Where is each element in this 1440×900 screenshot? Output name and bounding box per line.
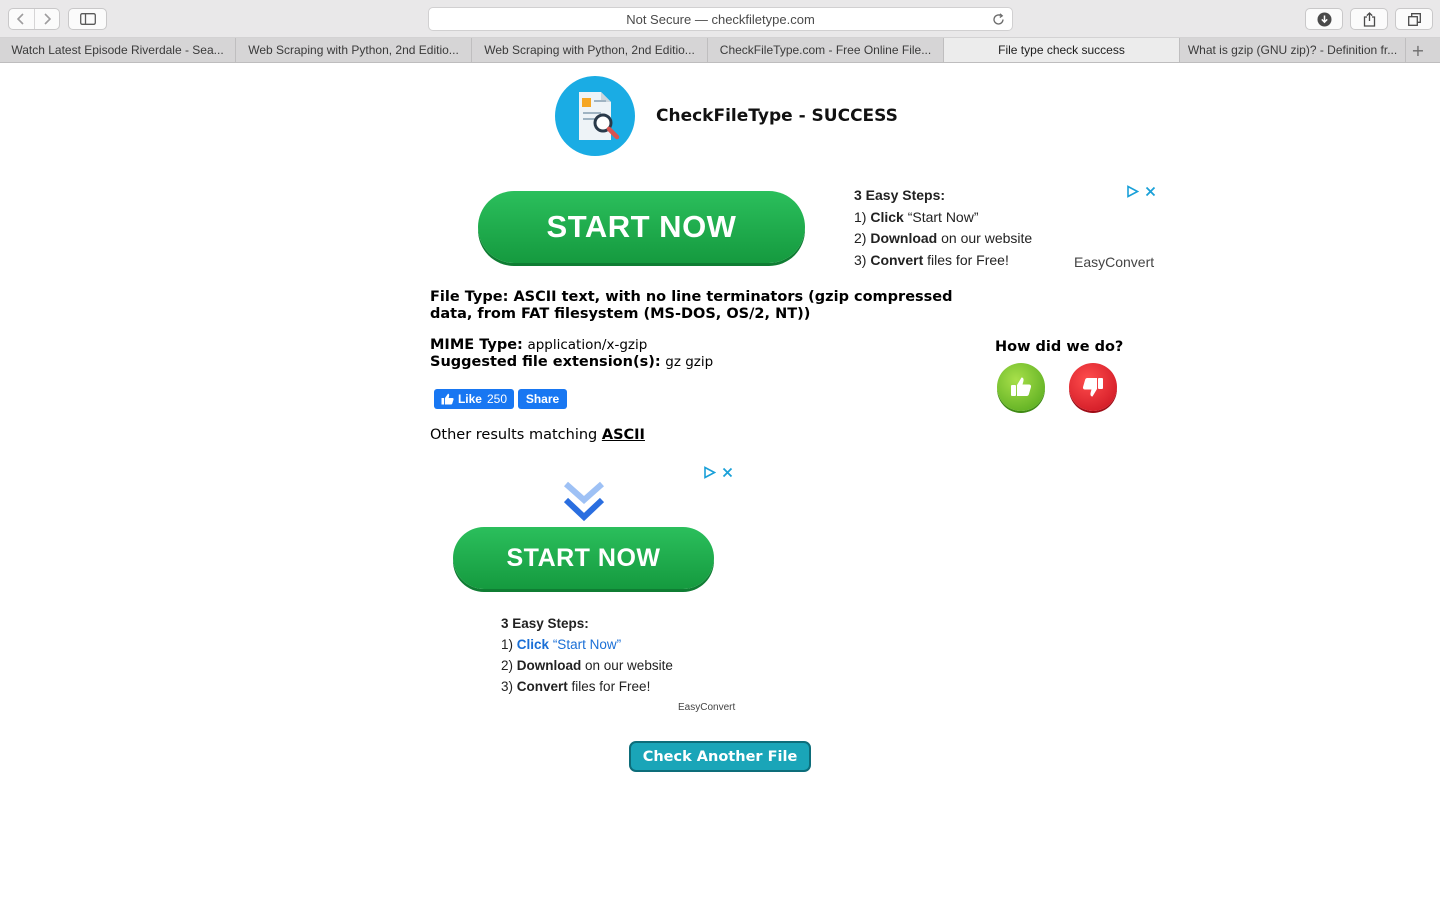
tab-web-scraping-2[interactable]: Web Scraping with Python, 2nd Editio... [472,38,708,62]
step-text: on our website [937,230,1033,246]
ad-start-now-button-bottom[interactable]: START NOW [453,527,714,589]
thumbs-up-icon [441,393,454,405]
file-type-line-2: data, from FAT filesystem (MS-DOS, OS/2,… [430,306,811,322]
ad-brand-bottom: EasyConvert [678,702,736,713]
mime-value: application/x-gzip [527,337,648,353]
sidebar-toggle-button[interactable] [68,8,107,30]
download-icon [1317,12,1331,26]
tab-overview-button[interactable] [1395,8,1433,30]
like-label: Like [457,392,482,406]
step-number: 3) [501,679,514,694]
extension-value: gz gzip [665,354,714,370]
ad-choices-bottom [703,466,733,479]
tab-label: Web Scraping with Python, 2nd Editio... [248,43,459,57]
file-type-line-1: File Type: ASCII text, with no line term… [430,289,953,306]
file-type-value: ASCII text, with no line terminators (gz… [513,289,953,305]
nav-buttons [8,8,60,30]
thumbs-up-vote-button[interactable] [997,363,1045,411]
step-action: Convert [516,679,568,694]
tab-label: Web Scraping with Python, 2nd Editio... [484,43,695,57]
tab-file-type-check-success[interactable]: File type check success [944,38,1180,62]
thumbs-down-vote-button[interactable] [1069,363,1117,411]
close-ad-icon[interactable] [722,467,733,478]
step-number: 2) [854,230,867,246]
forward-icon[interactable] [33,9,59,29]
thumbs-up-icon [1011,377,1032,396]
step-text: files for Free! [567,679,651,694]
like-count: 250 [486,392,508,406]
share-icon [1363,11,1375,27]
step-text: files for Free! [923,251,1009,268]
other-results: Other results matching ASCII [430,427,645,443]
sidebar-icon [79,13,96,25]
step-number: 2) [501,658,514,673]
ad-steps-bottom: 3 Easy Steps: 1) Click “Start Now” 2) Do… [501,613,673,697]
checkfiletype-logo [555,76,635,156]
tab-what-is-gzip[interactable]: What is gzip (GNU zip)? - Definition fr.… [1180,38,1406,62]
step-number: 1) [501,637,514,652]
tab-label: What is gzip (GNU zip)? - Definition fr.… [1187,43,1398,57]
ad-steps-title: 3 Easy Steps: [501,616,589,631]
mime-type-row: MIME Type: application/x-gzip [430,337,713,354]
step-number: 3) [854,251,867,268]
file-type-label: File Type: [430,289,509,305]
facebook-like-button[interactable]: Like 250 [434,389,514,409]
adchoices-icon[interactable] [703,466,716,479]
ad-step-2: 2) Download on our website [854,228,1032,250]
tab-web-scraping-1[interactable]: Web Scraping with Python, 2nd Editio... [236,38,472,62]
ad-steps: 3 Easy Steps: 1) Click “Start Now” 2) Do… [854,185,1032,271]
ad-start-now-button[interactable]: START NOW [478,191,805,263]
reload-icon[interactable] [990,11,1006,27]
step-action: Click [870,208,904,225]
step-action: Download [516,658,582,673]
ad-step-2: 2) Download on our website [501,655,673,676]
step-text: “Start Now” [549,637,622,652]
tab-label: CheckFileType.com - Free Online File... [719,43,932,57]
ad-step-3: 3) Convert files for Free! [854,250,1032,272]
check-another-file-button[interactable]: Check Another File [629,741,811,772]
tab-bar: Watch Latest Episode Riverdale - Sea... … [0,38,1440,63]
ad-steps-title: 3 Easy Steps: [854,187,946,203]
step-action: Download [870,230,938,246]
address-text: Not Secure — checkfiletype.com [626,11,815,27]
facebook-share-button[interactable]: Share [518,389,567,409]
tab-checkfiletype[interactable]: CheckFileType.com - Free Online File... [708,38,944,62]
double-chevron-down-icon [563,481,605,522]
tab-riverdale[interactable]: Watch Latest Episode Riverdale - Sea... [0,38,236,62]
file-type-result: File Type: ASCII text, with no line term… [430,289,953,323]
step-text: on our website [581,658,673,673]
new-tab-icon[interactable]: + [1406,38,1430,62]
ascii-link[interactable]: ASCII [602,427,645,443]
browser-toolbar: Not Secure — checkfiletype.com [0,0,1440,38]
downloads-button[interactable] [1305,8,1343,30]
extension-label: Suggested file extension(s): [430,354,661,370]
tabs-icon [1407,12,1421,26]
mime-and-extension: MIME Type: application/x-gzip Suggested … [430,337,713,371]
step-text: “Start Now” [903,208,979,225]
ad-brand: EasyConvert [1074,254,1155,270]
ad-step-1: 1) Click “Start Now” [854,207,1032,229]
address-bar[interactable]: Not Secure — checkfiletype.com [428,7,1013,31]
step-action: Convert [870,251,924,268]
thumbs-down-icon [1082,378,1103,397]
tab-label: Watch Latest Episode Riverdale - Sea... [11,43,224,57]
share-button[interactable] [1350,8,1388,30]
other-results-prefix: Other results matching [430,427,602,443]
ad-step-1[interactable]: 1) Click “Start Now” [501,634,673,655]
extension-row: Suggested file extension(s): gz gzip [430,354,713,371]
close-ad-icon[interactable] [1145,186,1156,197]
page-title: CheckFileType - SUCCESS [656,106,898,126]
mime-label: MIME Type: [430,337,523,353]
ad-choices [1126,185,1156,198]
step-number: 1) [854,208,867,225]
adchoices-icon[interactable] [1126,185,1139,198]
step-action: Click [516,637,550,652]
tab-label: File type check success [998,43,1125,57]
back-icon[interactable] [9,9,34,29]
ad-step-3: 3) Convert files for Free! [501,676,673,697]
feedback-title: How did we do? [995,339,1124,355]
